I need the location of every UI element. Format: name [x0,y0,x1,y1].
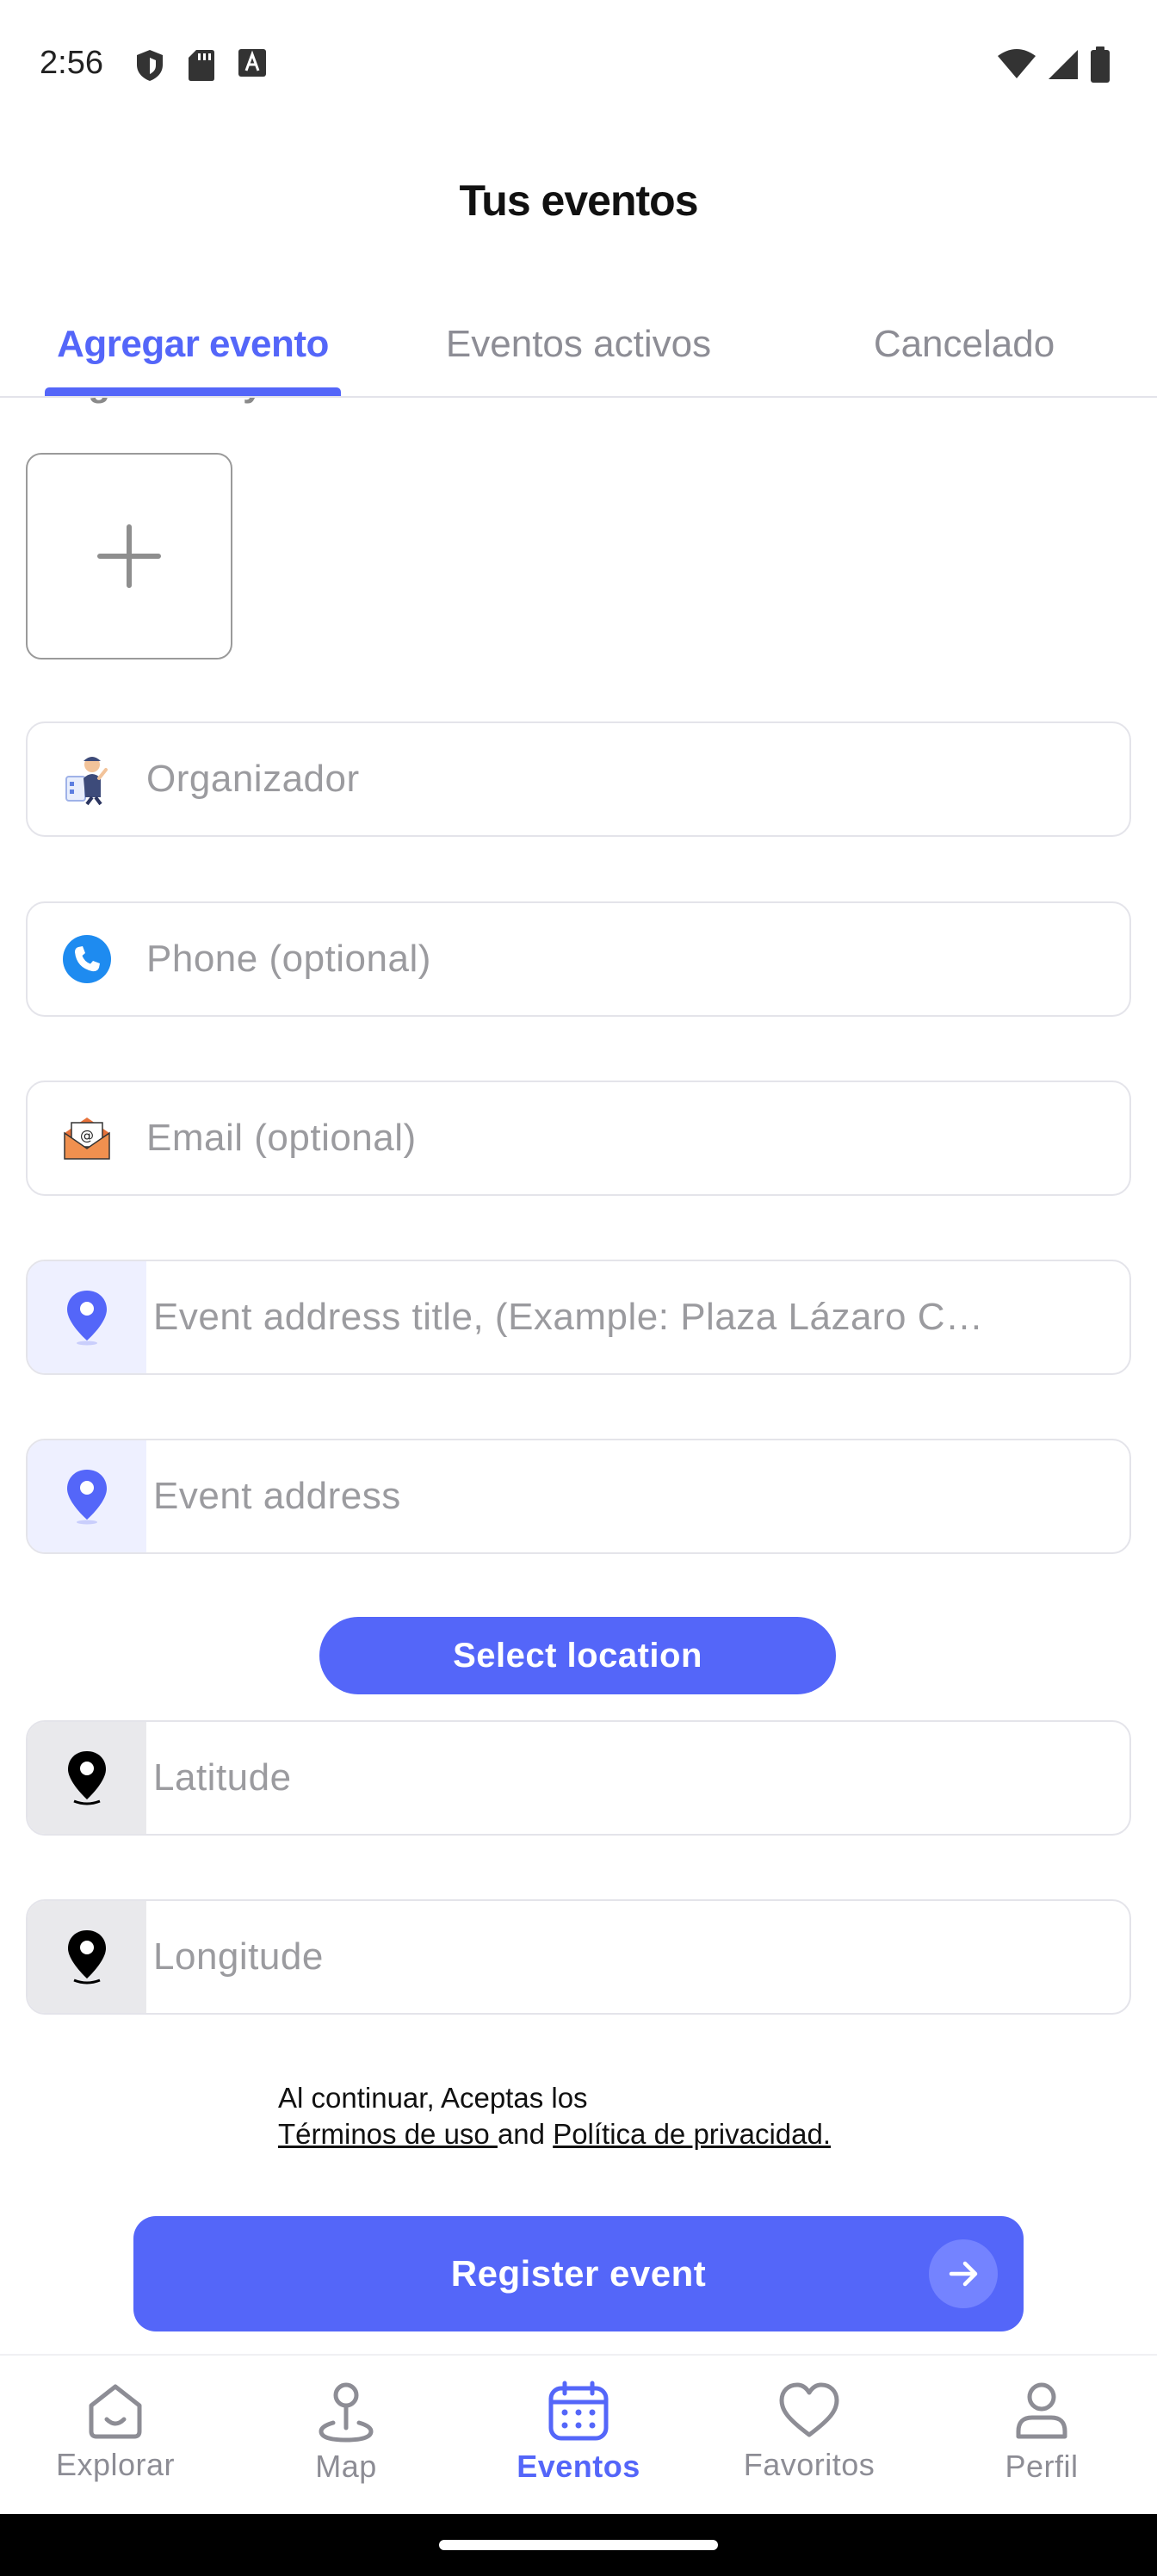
battery-icon [1091,46,1110,83]
terms-line2: Términos de uso and Política de privacid… [278,2116,831,2152]
phone-placeholder: Phone (optional) [146,938,431,980]
form-scroll-area[interactable]: Image Gallery Organizador Phone (o [0,398,1157,2352]
privacy-policy-link[interactable]: Política de privacidad. [553,2118,831,2150]
latitude-field[interactable]: Latitude [26,1720,1131,1836]
nav-item-perfil[interactable]: Perfil [926,2356,1157,2516]
home-icon [89,2384,142,2439]
status-icons-left [134,48,267,83]
nav-item-map[interactable]: Map [231,2356,461,2516]
sd-card-icon [189,50,214,81]
tab-cancelado[interactable]: Cancelado [792,293,1136,396]
nav-item-favoritos[interactable]: Favoritos [694,2356,925,2516]
add-image-button[interactable] [26,453,232,659]
home-gesture-pill[interactable] [439,2540,718,2550]
terms-line1: Al continuar, Aceptas los [278,2082,588,2114]
tab-eventos-activos[interactable]: Eventos activos [386,293,771,396]
nav-item-eventos[interactable]: Eventos [463,2356,694,2516]
profile-icon [1016,2382,1067,2439]
email-icon: @ [64,1118,110,1160]
register-event-button[interactable]: Register event [133,2216,1024,2331]
event-address-title-placeholder: Event address title, (Example: Plaza Láz… [153,1296,984,1338]
wifi-icon [998,49,1036,78]
nav-item-explorar[interactable]: Explorar [0,2356,231,2516]
event-address-field[interactable]: Event address [26,1439,1131,1554]
event-address-placeholder: Event address [153,1475,401,1517]
location-pin-icon [67,1291,107,1346]
tab-indicator [45,387,341,396]
map-pin-icon [319,2382,374,2443]
calendar-icon [548,2381,609,2441]
page-title: Tus eventos [459,176,698,225]
select-location-button[interactable]: Select location [319,1617,836,1694]
system-navigation-bar [0,2514,1157,2576]
terms-of-use-link[interactable]: Términos de uso [278,2118,498,2150]
arrow-right-icon [929,2239,998,2308]
nav-label-map: Map [315,2449,377,2484]
phone-field[interactable]: Phone (optional) [26,901,1131,1017]
tab-agregar-evento[interactable]: Agregar evento [22,293,363,396]
map-pin-icon [68,1930,106,1985]
nav-label-eventos: Eventos [517,2449,640,2484]
longitude-field[interactable]: Longitude [26,1899,1131,2015]
bottom-nav: Explorar Map Eventos Favoritos Perfil [0,2354,1157,2514]
nav-label-favoritos: Favoritos [743,2447,875,2482]
image-gallery-label: Image Gallery [26,398,263,405]
status-bar: 2:56 [0,0,1157,129]
svg-text:@: @ [80,1127,94,1143]
event-address-title-field[interactable]: Event address title, (Example: Plaza Láz… [26,1260,1131,1375]
status-time: 2:56 [40,45,103,81]
shield-icon [137,50,163,81]
email-field[interactable]: @ Email (optional) [26,1081,1131,1196]
font-icon [238,49,266,77]
location-pin-icon [67,1470,107,1525]
terms-and: and [497,2118,554,2150]
status-icons-right [997,46,1111,83]
email-placeholder: Email (optional) [146,1117,417,1159]
plus-icon [97,524,161,588]
phone-icon [63,935,111,983]
organizer-field[interactable]: Organizador [26,721,1131,837]
longitude-placeholder: Longitude [153,1935,324,1978]
nav-label-explorar: Explorar [55,2447,176,2482]
organizer-placeholder: Organizador [146,758,360,800]
terms-text: Al continuar, Aceptas los Términos de us… [278,2080,831,2152]
tab-bar: Agregar evento Eventos activos Cancelado [0,293,1157,398]
nav-label-perfil: Perfil [1005,2449,1079,2484]
heart-icon [779,2382,839,2437]
map-pin-icon [68,1751,106,1805]
organizer-icon [65,757,108,806]
latitude-placeholder: Latitude [153,1756,292,1799]
signal-icon [1049,50,1078,79]
register-event-label: Register event [450,2253,707,2294]
